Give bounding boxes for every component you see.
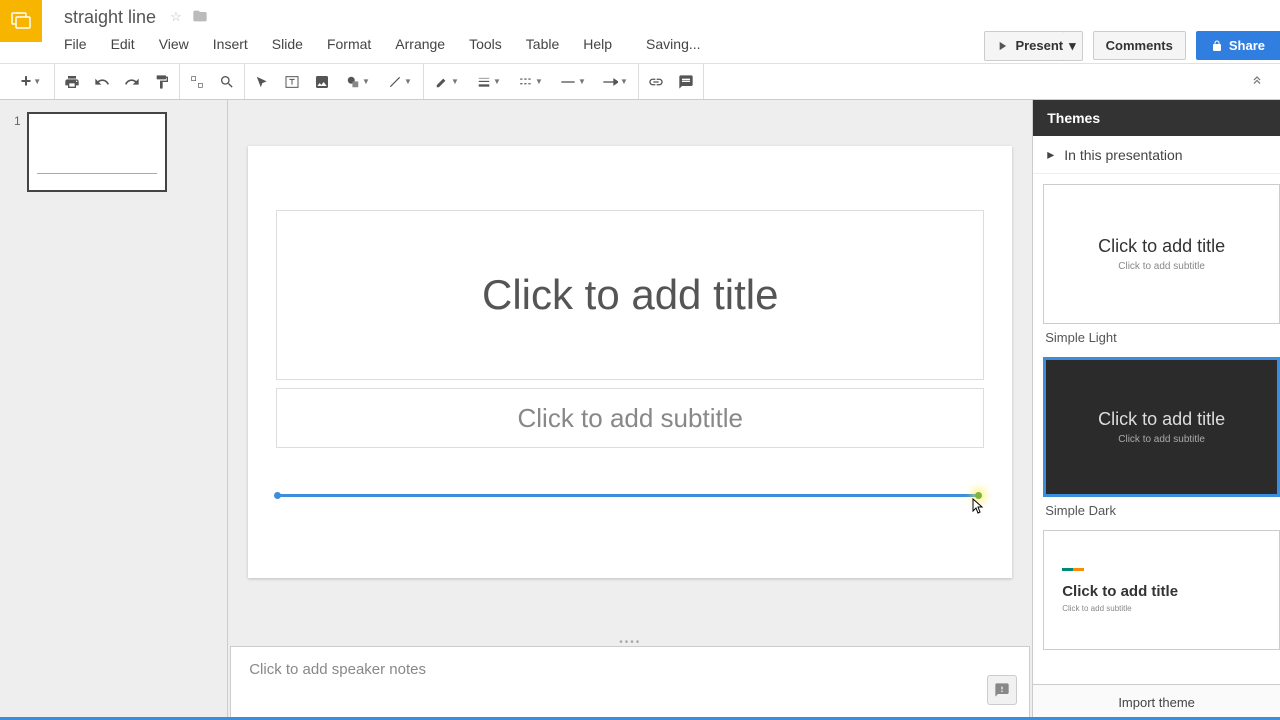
line-dash-icon[interactable]: ▼ bbox=[514, 71, 548, 93]
menu-tools[interactable]: Tools bbox=[469, 32, 514, 56]
line-handle-start[interactable] bbox=[274, 492, 281, 499]
toolbar: +▼ ▼ ▼ ▼ ▼ ▼ ▼ ▼ bbox=[0, 64, 1280, 100]
menu-view[interactable]: View bbox=[159, 32, 201, 56]
themes-section-label: In this presentation bbox=[1064, 147, 1182, 163]
menu-help[interactable]: Help bbox=[583, 32, 624, 56]
main-area: 1 Click to add title Click to add subtit… bbox=[0, 100, 1280, 720]
slides-logo[interactable] bbox=[0, 0, 42, 42]
fit-icon[interactable] bbox=[186, 71, 208, 93]
present-button[interactable]: Present bbox=[984, 31, 1074, 61]
present-label: Present bbox=[1015, 38, 1063, 53]
import-theme-button[interactable]: Import theme bbox=[1033, 684, 1280, 720]
print-icon[interactable] bbox=[61, 71, 83, 93]
notes-resize-handle[interactable]: •••• bbox=[228, 638, 1032, 646]
textbox-icon[interactable] bbox=[281, 71, 303, 93]
star-icon[interactable]: ☆ bbox=[170, 9, 182, 25]
theme-preview-sub: Click to add subtitle bbox=[1118, 261, 1205, 272]
filmstrip: 1 bbox=[0, 100, 228, 720]
comment-icon[interactable] bbox=[675, 71, 697, 93]
menu-format[interactable]: Format bbox=[327, 32, 383, 56]
theme-accent-bar bbox=[1062, 568, 1084, 571]
line-tool-icon[interactable]: ▼ bbox=[383, 71, 417, 93]
line-weight-icon[interactable]: ▼ bbox=[472, 71, 506, 93]
document-title[interactable]: straight line bbox=[64, 7, 156, 28]
menu-bar: File Edit View Insert Slide Format Arran… bbox=[64, 32, 984, 56]
notes-placeholder: Click to add speaker notes bbox=[249, 661, 426, 678]
theme-streamline[interactable]: Click to add title Click to add subtitle bbox=[1043, 530, 1280, 650]
new-slide-button[interactable]: +▼ bbox=[14, 71, 48, 93]
menu-table[interactable]: Table bbox=[526, 32, 571, 56]
theme-preview-title: Click to add title bbox=[1062, 583, 1178, 600]
select-tool-icon[interactable] bbox=[251, 71, 273, 93]
folder-icon[interactable] bbox=[192, 8, 208, 27]
menu-slide[interactable]: Slide bbox=[272, 32, 315, 56]
canvas-area: Click to add title Click to add subtitle… bbox=[228, 100, 1032, 720]
present-dropdown[interactable]: ▾ bbox=[1063, 31, 1083, 61]
theme-name-label: Simple Dark bbox=[1043, 497, 1280, 524]
drawn-line-shape[interactable] bbox=[278, 494, 978, 497]
theme-simple-light[interactable]: Click to add title Click to add subtitle… bbox=[1043, 184, 1280, 351]
undo-icon[interactable] bbox=[91, 71, 113, 93]
redo-icon[interactable] bbox=[121, 71, 143, 93]
comments-button[interactable]: Comments bbox=[1093, 31, 1186, 60]
paint-format-icon[interactable] bbox=[151, 71, 173, 93]
subtitle-placeholder-box[interactable]: Click to add subtitle bbox=[276, 388, 984, 448]
slide-thumbnail[interactable] bbox=[27, 112, 167, 192]
speaker-notes[interactable]: Click to add speaker notes bbox=[230, 646, 1030, 718]
title-placeholder-box[interactable]: Click to add title bbox=[276, 210, 984, 380]
themes-section-toggle[interactable]: ▸ In this presentation bbox=[1033, 136, 1280, 174]
line-color-icon[interactable]: ▼ bbox=[430, 71, 464, 93]
cursor-icon bbox=[972, 498, 984, 517]
theme-preview-sub: Click to add subtitle bbox=[1062, 604, 1131, 613]
menu-arrange[interactable]: Arrange bbox=[395, 32, 457, 56]
share-label: Share bbox=[1229, 38, 1265, 53]
subtitle-placeholder-text: Click to add subtitle bbox=[517, 403, 742, 434]
menu-file[interactable]: File bbox=[64, 32, 99, 56]
menu-edit[interactable]: Edit bbox=[111, 32, 147, 56]
explore-button[interactable] bbox=[987, 675, 1017, 705]
share-button[interactable]: Share bbox=[1196, 31, 1280, 60]
link-icon[interactable] bbox=[645, 71, 667, 93]
themes-header: Themes bbox=[1033, 100, 1280, 136]
collapse-toolbar-icon[interactable] bbox=[1250, 71, 1272, 93]
menu-insert[interactable]: Insert bbox=[213, 32, 260, 56]
theme-preview-title: Click to add title bbox=[1098, 409, 1225, 430]
zoom-icon[interactable] bbox=[216, 71, 238, 93]
slide-number: 1 bbox=[14, 114, 21, 192]
shape-icon[interactable]: ▼ bbox=[341, 71, 375, 93]
image-icon[interactable] bbox=[311, 71, 333, 93]
themes-panel: Themes ▸ In this presentation Click to a… bbox=[1032, 100, 1280, 720]
theme-name-label: Simple Light bbox=[1043, 324, 1280, 351]
line-end-icon[interactable]: ▼ bbox=[598, 71, 632, 93]
theme-simple-dark[interactable]: Click to add title Click to add subtitle… bbox=[1043, 357, 1280, 524]
theme-preview-sub: Click to add subtitle bbox=[1118, 434, 1205, 445]
line-start-icon[interactable]: ▼ bbox=[556, 71, 590, 93]
title-placeholder-text: Click to add title bbox=[482, 271, 778, 319]
saving-status: Saving... bbox=[646, 32, 712, 56]
slide-canvas[interactable]: Click to add title Click to add subtitle bbox=[248, 146, 1012, 578]
theme-preview-title: Click to add title bbox=[1098, 236, 1225, 257]
app-header: straight line ☆ File Edit View Insert Sl… bbox=[0, 0, 1280, 64]
thumb-line bbox=[37, 173, 157, 174]
chevron-right-icon: ▸ bbox=[1047, 146, 1054, 163]
